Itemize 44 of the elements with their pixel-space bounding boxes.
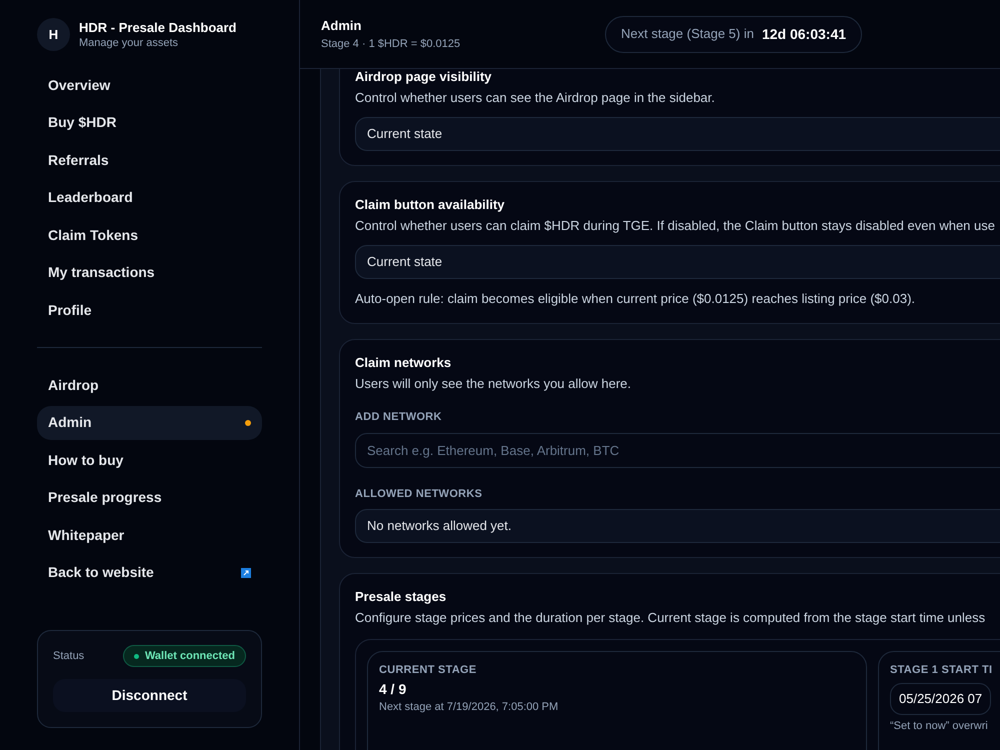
- sidebar-item[interactable]: Claim Tokens: [37, 218, 262, 252]
- current-stage-value: 4 / 9: [379, 680, 408, 698]
- next-stage-text: Next stage at 7/19/2026, 7:05:00 PM: [379, 700, 560, 714]
- card-title: Claim button availability: [355, 196, 506, 214]
- brand-title: HDR - Presale Dashboard: [79, 20, 236, 36]
- status-label: Status: [53, 648, 84, 664]
- sidebar-item[interactable]: My transactions: [37, 256, 262, 290]
- sidebar-item[interactable]: Airdrop: [37, 368, 262, 402]
- hint-text: “Set to now” overwri: [890, 719, 989, 733]
- card-description: Users will only see the networks you allow here.: [355, 374, 632, 392]
- state-field[interactable]: Current state: [355, 245, 1000, 279]
- brand-avatar: H: [37, 18, 70, 51]
- sidebar-item[interactable]: Overview: [37, 68, 262, 102]
- page-subtitle: Stage 4 · 1 $HDR = $0.0125: [321, 36, 462, 52]
- state-field[interactable]: Current state: [355, 117, 1000, 151]
- search-field[interactable]: Search e.g. Ethereum, Base, Arbitrum, BTC: [355, 433, 1000, 468]
- page-title: Admin: [321, 17, 362, 35]
- section-label: STAGE 1 START TI: [890, 662, 994, 678]
- sidebar-item[interactable]: How to buy: [37, 443, 262, 477]
- sidebar-item[interactable]: Back to website: [37, 556, 262, 590]
- wallet-status-badge: Wallet connected: [122, 645, 246, 667]
- countdown-timer: 12d 06:03:41: [762, 24, 846, 44]
- card-description: Control whether users can claim $HDR during TGE. If disabled, the Claim button stays disabled even when use: [355, 217, 996, 235]
- sidebar-item[interactable]: Whitepaper: [37, 518, 262, 552]
- card-description: Control whether users can see the Airdrop page in the sidebar.: [355, 89, 716, 107]
- sidebar-item[interactable]: Profile: [37, 293, 262, 327]
- section-label: ADD NETWORK: [355, 410, 443, 424]
- card-title: Claim networks: [355, 354, 452, 372]
- countdown-label: Next stage (Stage 5) in: [621, 25, 754, 44]
- rule-note: Auto-open rule: claim becomes eligible when current price ($0.0125) reaches listing price ($0.03).: [355, 290, 916, 308]
- section-label: ALLOWED NETWORKS: [355, 487, 484, 502]
- brand-subtitle: Manage your assets: [79, 36, 180, 50]
- card-description: Configure stage prices and the duration per stage. Current stage is computed from the stage start time unless: [355, 608, 986, 626]
- sidebar-item[interactable]: Leaderboard: [37, 180, 262, 214]
- disconnect-button[interactable]: Disconnect: [53, 679, 246, 712]
- sidebar-item[interactable]: Presale progress: [37, 480, 262, 514]
- empty-networks-message: No networks allowed yet.: [355, 508, 1000, 542]
- card-title: Presale stages: [355, 588, 448, 606]
- sidebar-item[interactable]: Admin: [37, 406, 262, 440]
- sidebar-item[interactable]: Buy $HDR: [37, 106, 262, 140]
- section-label: CURRENT STAGE: [379, 662, 478, 678]
- card-title: Airdrop page visibility: [355, 69, 493, 86]
- date-time-field[interactable]: 05/25/2026 07: [890, 683, 992, 715]
- sidebar-item[interactable]: Referrals: [37, 143, 262, 177]
